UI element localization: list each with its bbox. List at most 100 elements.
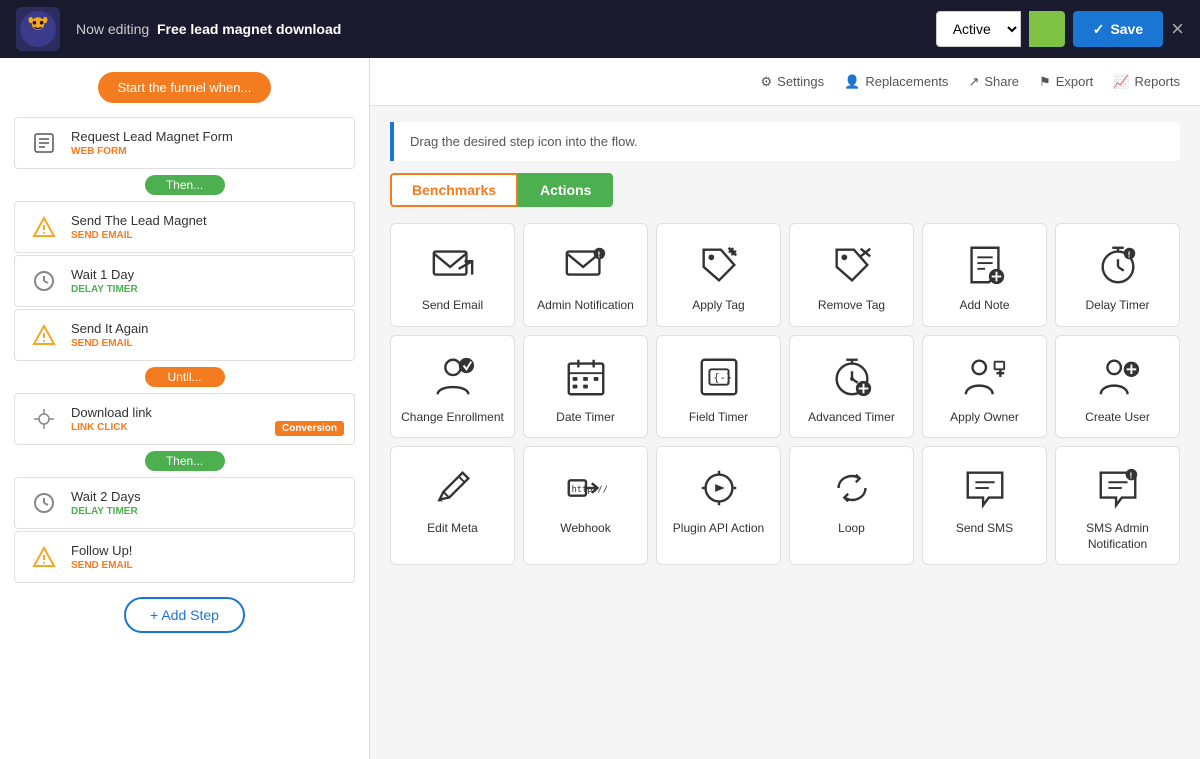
connector-then-1: Then... <box>145 175 225 195</box>
tabs-row: Benchmarks Actions <box>390 173 1180 207</box>
item-title: Send It Again <box>71 321 340 336</box>
item-title: Wait 1 Day <box>71 267 340 282</box>
icons-grid: Send Email ! Admin Notification <box>390 223 1180 585</box>
export-icon: ⚑ <box>1039 74 1051 90</box>
flow-item-download-link[interactable]: Download link LINK CLICK Conversion <box>14 393 355 445</box>
svg-text:{-}: {-} <box>713 371 732 383</box>
flow-item-wait-1-day[interactable]: Wait 1 Day DELAY TIMER <box>14 255 355 307</box>
flow-item-follow-up[interactable]: Follow Up! SEND EMAIL <box>14 531 355 583</box>
share-icon: ↗ <box>968 74 979 90</box>
icon-card-add-note[interactable]: Add Note <box>922 223 1047 327</box>
reports-icon: 📈 <box>1113 74 1129 90</box>
warn-icon-3 <box>29 542 59 572</box>
icon-card-plugin-api-action[interactable]: Plugin API Action <box>656 446 781 565</box>
icon-card-create-user[interactable]: Create User <box>1055 335 1180 439</box>
link-icon <box>29 404 59 434</box>
svg-text:http://: http:// <box>571 485 607 495</box>
save-button[interactable]: ✓ Save <box>1073 11 1163 47</box>
icon-label-remove-tag: Remove Tag <box>818 298 885 314</box>
item-title: Download link <box>71 405 340 420</box>
svg-text:!: ! <box>1127 249 1130 259</box>
topbar-right: Active ✓ Save × <box>936 11 1184 47</box>
icon-label-send-email: Send Email <box>422 298 483 314</box>
export-link[interactable]: ⚑ Export <box>1039 74 1093 90</box>
icon-card-apply-owner[interactable]: Apply Owner <box>922 335 1047 439</box>
item-title: Wait 2 Days <box>71 489 340 504</box>
icon-label-add-note: Add Note <box>959 298 1009 314</box>
layout: Start the funnel when... Request Lead Ma… <box>0 58 1200 759</box>
status-select[interactable]: Active <box>936 11 1021 47</box>
icon-card-advanced-timer[interactable]: Advanced Timer <box>789 335 914 439</box>
icon-label-plugin-api-action: Plugin API Action <box>673 521 764 537</box>
item-sub: DELAY TIMER <box>71 284 340 295</box>
flow-item-send-it-again[interactable]: Send It Again SEND EMAIL <box>14 309 355 361</box>
topbar: Now editing Free lead magnet download Ac… <box>0 0 1200 58</box>
reports-link[interactable]: 📈 Reports <box>1113 74 1180 90</box>
connector-until: Until... <box>145 367 225 387</box>
icon-label-advanced-timer: Advanced Timer <box>808 410 895 426</box>
icon-label-delay-timer: Delay Timer <box>1085 298 1149 314</box>
icon-label-send-sms: Send SMS <box>956 521 1013 537</box>
icon-label-create-user: Create User <box>1085 410 1150 426</box>
editing-label: Now editing Free lead magnet download <box>76 21 341 37</box>
flow-item-wait-2-days[interactable]: Wait 2 Days DELAY TIMER <box>14 477 355 529</box>
tab-actions[interactable]: Actions <box>518 173 613 207</box>
status-color-btn[interactable] <box>1029 11 1065 47</box>
warn-icon-2 <box>29 320 59 350</box>
item-sub: SEND EMAIL <box>71 230 340 241</box>
icon-label-change-enrollment: Change Enrollment <box>401 410 504 426</box>
icon-label-field-timer: Field Timer <box>689 410 748 426</box>
icon-card-remove-tag[interactable]: Remove Tag <box>789 223 914 327</box>
flow-item-send-lead-magnet[interactable]: Send The Lead Magnet SEND EMAIL <box>14 201 355 253</box>
share-link[interactable]: ↗ Share <box>968 74 1019 90</box>
start-funnel-button[interactable]: Start the funnel when... <box>98 72 272 103</box>
icon-card-send-email[interactable]: Send Email <box>390 223 515 327</box>
warn-icon-1 <box>29 212 59 242</box>
icon-label-webhook: Webhook <box>560 521 610 537</box>
tab-benchmarks[interactable]: Benchmarks <box>390 173 518 207</box>
funnel-name: Free lead magnet download <box>157 21 341 37</box>
icon-card-loop[interactable]: Loop <box>789 446 914 565</box>
icon-card-edit-meta[interactable]: Edit Meta <box>390 446 515 565</box>
settings-link[interactable]: ⚙ Settings <box>761 74 825 90</box>
icon-label-edit-meta: Edit Meta <box>427 521 478 537</box>
icon-label-apply-owner: Apply Owner <box>950 410 1019 426</box>
connector-then-2: Then... <box>145 451 225 471</box>
clock-icon-2 <box>29 488 59 518</box>
add-step-button[interactable]: + Add Step <box>124 597 245 633</box>
icon-card-webhook[interactable]: http:// Webhook <box>523 446 648 565</box>
icon-card-send-sms[interactable]: Send SMS <box>922 446 1047 565</box>
logo <box>16 7 60 51</box>
icon-card-field-timer[interactable]: {-} Field Timer <box>656 335 781 439</box>
sidebar: Start the funnel when... Request Lead Ma… <box>0 58 370 759</box>
icon-label-admin-notification: Admin Notification <box>537 298 634 314</box>
item-sub: SEND EMAIL <box>71 560 340 571</box>
secondary-nav: ⚙ Settings 👤 Replacements ↗ Share ⚑ Expo… <box>370 58 1200 106</box>
icon-card-apply-tag[interactable]: Apply Tag <box>656 223 781 327</box>
flow-item-request-form[interactable]: Request Lead Magnet Form WEB FORM <box>14 117 355 169</box>
icon-label-loop: Loop <box>838 521 865 537</box>
item-sub: WEB FORM <box>71 146 340 157</box>
close-button[interactable]: × <box>1171 18 1184 40</box>
item-title: Follow Up! <box>71 543 340 558</box>
svg-text:!: ! <box>1129 471 1132 481</box>
svg-text:!: ! <box>597 249 600 259</box>
clock-icon-1 <box>29 266 59 296</box>
item-sub: DELAY TIMER <box>71 506 340 517</box>
icon-label-apply-tag: Apply Tag <box>692 298 744 314</box>
drag-instruction: Drag the desired step icon into the flow… <box>390 122 1180 161</box>
conversion-badge: Conversion <box>275 421 344 436</box>
settings-icon: ⚙ <box>761 74 773 90</box>
icon-card-sms-admin-notification[interactable]: ! SMS Admin Notification <box>1055 446 1180 565</box>
icon-card-date-timer[interactable]: Date Timer <box>523 335 648 439</box>
replacements-icon: 👤 <box>844 74 860 90</box>
icon-label-sms-admin-notification: SMS Admin Notification <box>1064 521 1171 552</box>
item-sub: SEND EMAIL <box>71 338 340 349</box>
icon-card-admin-notification[interactable]: ! Admin Notification <box>523 223 648 327</box>
main-area: ⚙ Settings 👤 Replacements ↗ Share ⚑ Expo… <box>370 58 1200 759</box>
icon-card-delay-timer[interactable]: ! Delay Timer <box>1055 223 1180 327</box>
replacements-link[interactable]: 👤 Replacements <box>844 74 948 90</box>
form-icon <box>29 128 59 158</box>
item-title: Request Lead Magnet Form <box>71 129 340 144</box>
icon-card-change-enrollment[interactable]: Change Enrollment <box>390 335 515 439</box>
